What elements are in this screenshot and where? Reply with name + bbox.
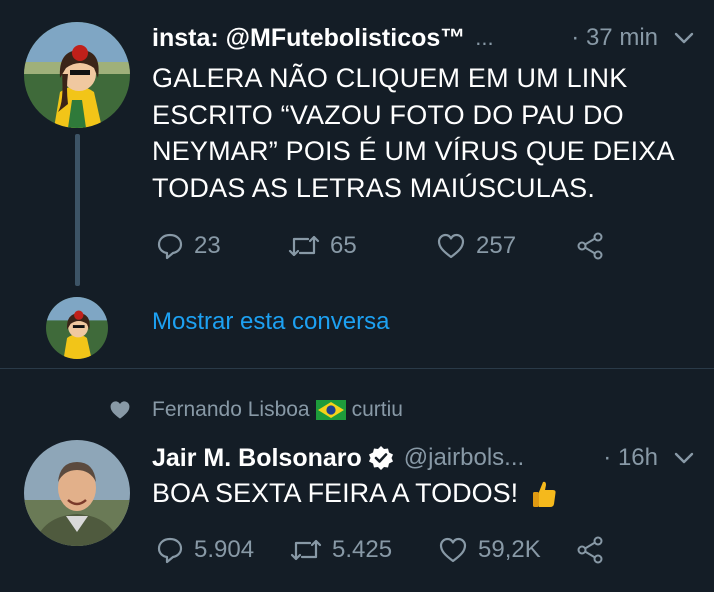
like-count: 59,2K xyxy=(478,536,541,563)
avatar[interactable] xyxy=(46,297,108,359)
like-button[interactable]: 257 xyxy=(436,232,516,260)
liked-action: curtiu xyxy=(351,398,403,421)
share-icon xyxy=(577,232,603,260)
name-truncation: ... xyxy=(475,25,494,50)
brazil-flag-icon xyxy=(315,400,346,420)
reply-count: 5.904 xyxy=(194,536,255,563)
tweet-timestamp[interactable]: · 37 min xyxy=(571,24,658,52)
tweet-text-line: GALERA NÃO CLIQUEM EM UM LINK xyxy=(152,63,628,93)
reply-count: 23 xyxy=(194,232,221,259)
heart-filled-icon xyxy=(110,401,130,419)
retweet-count: 5.425 xyxy=(332,536,393,563)
tweet-text: GALERA NÃO CLIQUEM EM UM LINK ESCRITO “V… xyxy=(152,60,692,206)
display-name[interactable]: insta: @MFutebolisticos™ xyxy=(152,24,465,53)
tweet-timestamp[interactable]: · 16h xyxy=(603,444,658,472)
share-button[interactable] xyxy=(576,232,604,260)
like-button[interactable]: 59,2K xyxy=(438,536,541,564)
avatar[interactable] xyxy=(24,440,130,546)
tweet-header: insta: @MFutebolisticos™ ... · 37 min xyxy=(152,22,694,54)
tweet-text-line: BOA SEXTA FEIRA A TODOS! xyxy=(152,478,519,508)
chevron-down-icon[interactable] xyxy=(674,451,694,465)
thumbs-up-icon xyxy=(533,481,556,507)
tweet-text: BOA SEXTA FEIRA A TODOS! xyxy=(152,478,558,509)
verified-badge-icon xyxy=(368,446,393,470)
reply-button[interactable]: 5.904 xyxy=(156,536,254,564)
retweet-icon xyxy=(288,235,320,257)
tweet-header: Jair M. Bolsonaro @jairbols... · 16h xyxy=(152,442,694,474)
retweet-button[interactable]: 65 xyxy=(288,232,357,260)
tweet-divider xyxy=(0,368,714,369)
heart-icon xyxy=(439,537,467,563)
avatar[interactable] xyxy=(24,22,130,128)
chevron-down-icon[interactable] xyxy=(674,31,694,45)
display-name[interactable]: Jair M. Bolsonaro xyxy=(152,444,362,473)
retweet-icon xyxy=(290,539,322,561)
reply-icon xyxy=(157,537,183,564)
avatar-cartoon-icon xyxy=(46,297,108,359)
tweet-actions: 5.904 5.425 59,2K xyxy=(156,536,616,568)
liked-by-user[interactable]: Fernando Lisboa xyxy=(152,398,310,422)
retweet-button[interactable]: 5.425 xyxy=(290,536,392,564)
tweet-actions: 23 65 257 xyxy=(156,232,616,264)
show-conversation-link[interactable]: Mostrar esta conversa xyxy=(152,308,389,336)
tweet-text-line: NEYMAR” POIS É UM VÍRUS QUE DEIXA xyxy=(152,136,675,166)
avatar-cartoon-icon xyxy=(24,22,130,128)
retweet-count: 65 xyxy=(330,232,357,259)
heart-icon xyxy=(437,233,465,259)
tweet-text-line: TODAS AS LETRAS MAIÚSCULAS. xyxy=(152,172,596,203)
share-button[interactable] xyxy=(576,536,604,564)
tweet-text-line: ESCRITO “VAZOU FOTO DO PAU DO xyxy=(152,99,624,130)
avatar-photo-icon xyxy=(24,440,130,546)
social-context: Fernando Lisboa curtiu xyxy=(108,396,403,424)
reply-button[interactable]: 23 xyxy=(156,232,221,260)
share-icon xyxy=(577,536,603,564)
like-count: 257 xyxy=(476,232,517,259)
reply-icon xyxy=(157,233,183,260)
user-handle[interactable]: @jairbols... xyxy=(404,444,524,472)
thread-connector-line xyxy=(75,134,80,286)
